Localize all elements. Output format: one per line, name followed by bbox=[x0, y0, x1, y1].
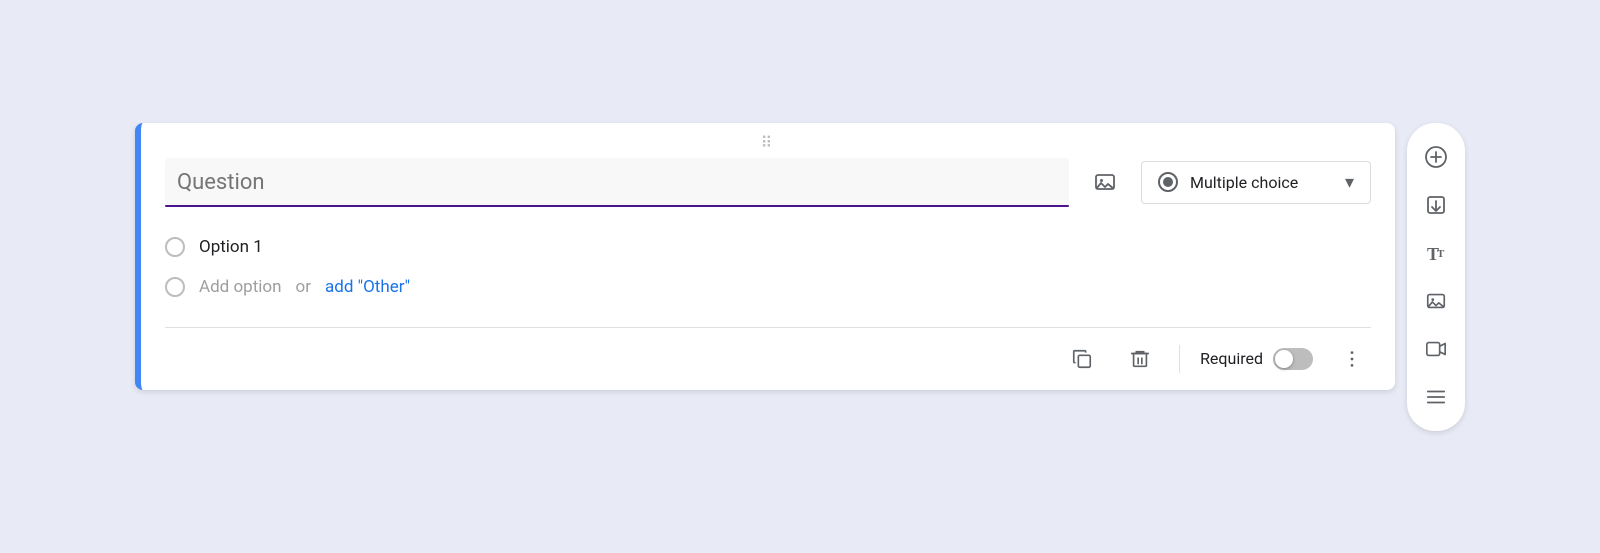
dropdown-label: Multiple choice bbox=[1190, 173, 1333, 192]
add-option-radio bbox=[165, 277, 185, 297]
delete-button[interactable] bbox=[1121, 340, 1159, 378]
image-icon bbox=[1093, 170, 1117, 194]
dropdown-arrow-icon: ▾ bbox=[1345, 172, 1354, 193]
video-icon bbox=[1425, 338, 1447, 360]
add-circle-icon bbox=[1424, 145, 1448, 169]
add-option-row: Add option or add "Other" bbox=[165, 267, 1371, 307]
sidebar: T T bbox=[1407, 123, 1465, 431]
question-card: ⠿ Multiple choice ▾ bbox=[135, 123, 1395, 390]
toggle-thumb bbox=[1275, 350, 1293, 368]
required-toggle[interactable] bbox=[1273, 348, 1313, 370]
copy-icon bbox=[1071, 348, 1093, 370]
required-section: Required bbox=[1200, 348, 1313, 370]
card-top-row: Multiple choice ▾ bbox=[141, 158, 1395, 223]
type-dropdown[interactable]: Multiple choice ▾ bbox=[1141, 161, 1371, 204]
trash-icon bbox=[1129, 348, 1151, 370]
image-sidebar-icon bbox=[1425, 290, 1447, 312]
add-title-button[interactable]: T T bbox=[1414, 231, 1458, 275]
more-options-button[interactable] bbox=[1333, 342, 1371, 376]
question-input[interactable] bbox=[165, 158, 1069, 205]
add-image-button[interactable] bbox=[1085, 162, 1125, 202]
import-icon bbox=[1424, 193, 1448, 217]
radio-icon bbox=[1158, 172, 1178, 192]
duplicate-button[interactable] bbox=[1063, 340, 1101, 378]
drag-dots-icon: ⠿ bbox=[761, 133, 776, 152]
add-video-button[interactable] bbox=[1414, 327, 1458, 371]
option-1-text: Option 1 bbox=[199, 237, 263, 257]
section-divider bbox=[1179, 345, 1180, 373]
add-option-text[interactable]: Add option bbox=[199, 277, 282, 297]
svg-text:T: T bbox=[1437, 248, 1445, 260]
section-icon bbox=[1425, 386, 1447, 408]
text-format-icon: T T bbox=[1424, 241, 1448, 265]
options-area: Option 1 Add option or add "Other" bbox=[141, 223, 1395, 327]
import-button[interactable] bbox=[1414, 183, 1458, 227]
more-vertical-icon bbox=[1341, 348, 1363, 370]
page-wrapper: ⠿ Multiple choice ▾ bbox=[0, 103, 1600, 451]
question-input-wrap bbox=[165, 158, 1069, 207]
add-section-button[interactable] bbox=[1414, 375, 1458, 419]
required-label: Required bbox=[1200, 349, 1263, 368]
option-1-radio bbox=[165, 237, 185, 257]
option-1-row: Option 1 bbox=[165, 227, 1371, 267]
add-other-button[interactable]: add "Other" bbox=[325, 277, 410, 297]
add-question-button[interactable] bbox=[1414, 135, 1458, 179]
or-separator: or bbox=[296, 277, 311, 297]
add-image-sidebar-button[interactable] bbox=[1414, 279, 1458, 323]
drag-handle[interactable]: ⠿ bbox=[141, 123, 1395, 158]
radio-icon-inner bbox=[1163, 177, 1173, 187]
question-underline bbox=[165, 205, 1069, 207]
card-bottom-row: Required bbox=[141, 328, 1395, 390]
